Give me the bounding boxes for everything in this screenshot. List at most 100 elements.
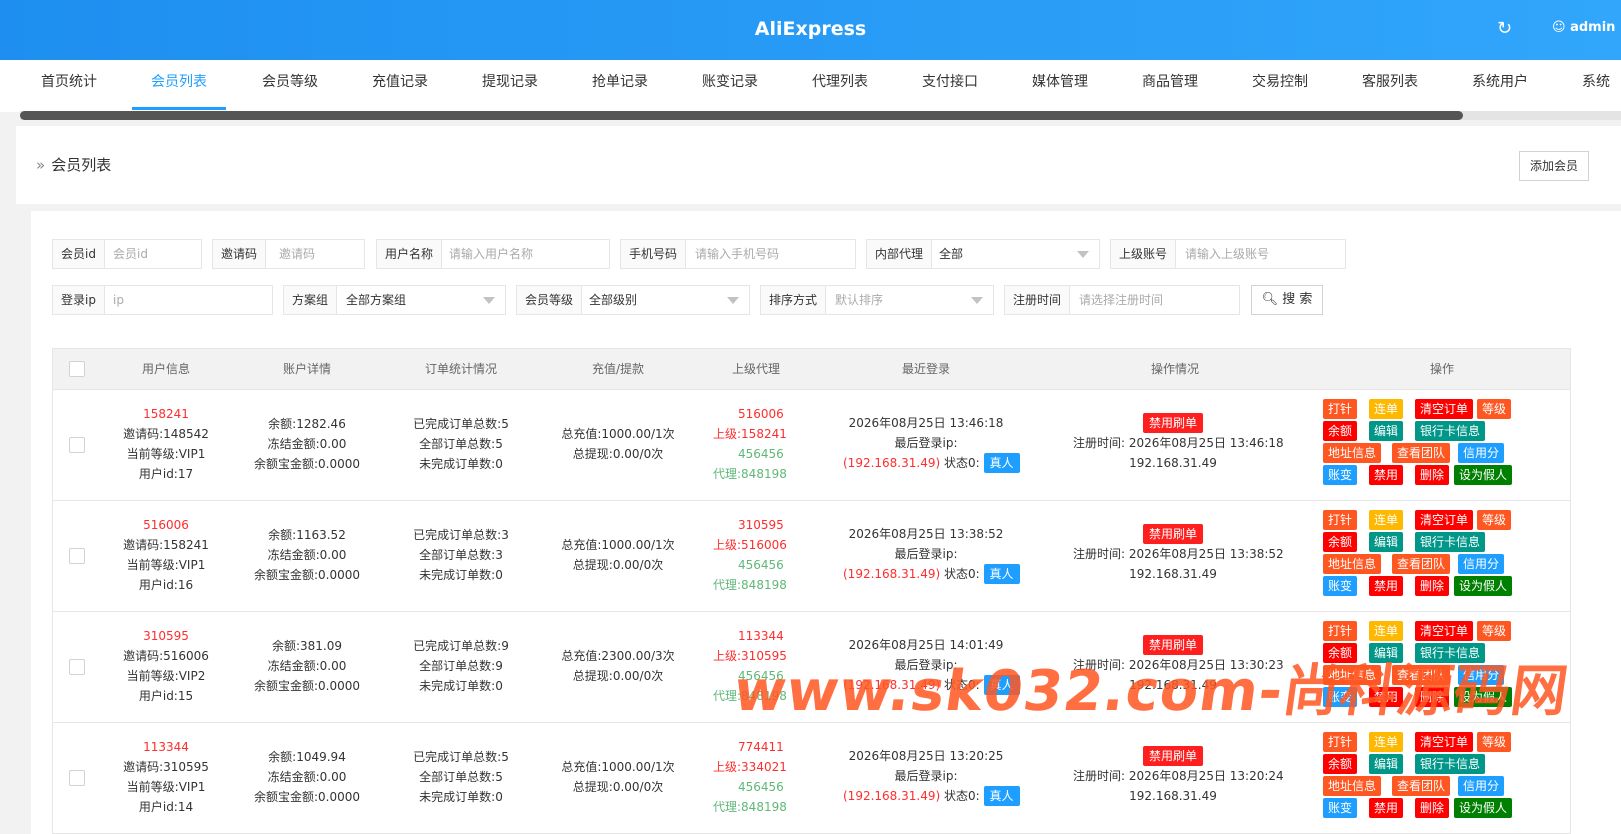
real-person-tag[interactable]: 真人 xyxy=(983,564,1020,584)
balance-button[interactable]: 余额 xyxy=(1323,754,1358,774)
add-member-button[interactable]: 添加会员 xyxy=(1519,151,1589,181)
admin-user-menu[interactable]: ☺ admin xyxy=(1552,20,1615,35)
nav-tabs: 首页统计 会员列表 会员等级 充值记录 提现记录 抢单记录 账变记录 代理列表 … xyxy=(0,60,1621,112)
filter-login-ip: 登录ip ip xyxy=(52,285,273,315)
delete-button[interactable]: 删除 xyxy=(1415,465,1450,485)
tab-payment[interactable]: 支付接口 xyxy=(922,60,978,110)
combo-button[interactable]: 连单 xyxy=(1369,732,1404,752)
tab-orders[interactable]: 抢单记录 xyxy=(592,60,648,110)
filter-username: 用户名称 请输入用户名称 xyxy=(376,239,610,269)
recharge-withdraw: 总充值:1000.00/1次 总提现:0.00/0次 xyxy=(561,760,675,794)
credit-button[interactable]: 信用分 xyxy=(1458,776,1505,796)
edit-button[interactable]: 编辑 xyxy=(1369,754,1404,774)
last-login: 2026年08月25日 13:46:18 最后登录ip: (192.168.31… xyxy=(843,413,1020,473)
tab-media[interactable]: 媒体管理 xyxy=(1032,60,1088,110)
clear-orders-button[interactable]: 清空订单 xyxy=(1415,510,1474,530)
select-all-checkbox[interactable] xyxy=(69,361,85,377)
parent-agent: 310595 上级:516006 456456 代理:848198 xyxy=(713,518,787,592)
agent-select[interactable]: 全部 xyxy=(939,240,963,268)
refresh-icon[interactable]: ↻ xyxy=(1497,18,1512,39)
clear-orders-button[interactable]: 清空订单 xyxy=(1415,621,1474,641)
ban-brush-tag[interactable]: 禁用刷单 xyxy=(1142,524,1203,544)
delete-button[interactable]: 删除 xyxy=(1415,798,1450,818)
inject-button[interactable]: 打针 xyxy=(1323,732,1358,752)
order-stats: 已完成订单总数:5 全部订单总数:5 未完成订单数:0 xyxy=(413,417,509,471)
address-button[interactable]: 地址信息 xyxy=(1323,554,1382,574)
member-id-input[interactable]: 会员id xyxy=(113,240,148,268)
tab-home-stats[interactable]: 首页统计 xyxy=(41,60,97,110)
tab-system-users[interactable]: 系统用户 xyxy=(1472,60,1528,110)
level-button[interactable]: 等级 xyxy=(1477,621,1512,641)
combo-button[interactable]: 连单 xyxy=(1369,621,1404,641)
edit-button[interactable]: 编辑 xyxy=(1369,421,1404,441)
address-button[interactable]: 地址信息 xyxy=(1323,776,1382,796)
inject-button[interactable]: 打针 xyxy=(1323,399,1358,419)
tab-trade-control[interactable]: 交易控制 xyxy=(1252,60,1308,110)
set-fake-button[interactable]: 设为假人 xyxy=(1454,576,1513,596)
tab-system[interactable]: 系统 xyxy=(1582,60,1610,110)
delete-button[interactable]: 删除 xyxy=(1415,576,1450,596)
inject-button[interactable]: 打针 xyxy=(1323,510,1358,530)
real-person-tag[interactable]: 真人 xyxy=(983,453,1020,473)
view-team-button[interactable]: 查看团队 xyxy=(1392,776,1451,796)
balance-button[interactable]: 余额 xyxy=(1323,421,1358,441)
tab-products[interactable]: 商品管理 xyxy=(1142,60,1198,110)
account-change-button[interactable]: 账变 xyxy=(1323,576,1358,596)
level-button[interactable]: 等级 xyxy=(1477,399,1512,419)
horizontal-scrollbar[interactable] xyxy=(20,111,1463,120)
tab-agents[interactable]: 代理列表 xyxy=(812,60,868,110)
view-team-button[interactable]: 查看团队 xyxy=(1392,554,1451,574)
ip-input[interactable]: ip xyxy=(113,286,124,314)
disable-button[interactable]: 禁用 xyxy=(1369,465,1404,485)
address-button[interactable]: 地址信息 xyxy=(1323,443,1382,463)
level-button[interactable]: 等级 xyxy=(1477,510,1512,530)
plan-select[interactable]: 全部方案组 xyxy=(346,286,406,314)
credit-button[interactable]: 信用分 xyxy=(1458,554,1505,574)
account-change-button[interactable]: 账变 xyxy=(1323,465,1358,485)
bank-card-button[interactable]: 银行卡信息 xyxy=(1415,532,1486,552)
credit-button[interactable]: 信用分 xyxy=(1458,443,1505,463)
tab-withdraw[interactable]: 提现记录 xyxy=(482,60,538,110)
clear-orders-button[interactable]: 清空订单 xyxy=(1415,399,1474,419)
row-checkbox[interactable] xyxy=(69,437,85,453)
bank-card-button[interactable]: 银行卡信息 xyxy=(1415,754,1486,774)
set-fake-button[interactable]: 设为假人 xyxy=(1454,465,1513,485)
row-checkbox[interactable] xyxy=(69,548,85,564)
phone-input[interactable]: 请输入手机号码 xyxy=(695,240,779,268)
combo-button[interactable]: 连单 xyxy=(1369,399,1404,419)
username-input[interactable]: 请输入用户名称 xyxy=(449,240,533,268)
level-button[interactable]: 等级 xyxy=(1477,732,1512,752)
sort-select[interactable]: 默认排序 xyxy=(835,286,883,314)
tab-account-changes[interactable]: 账变记录 xyxy=(702,60,758,110)
ban-brush-tag[interactable]: 禁用刷单 xyxy=(1142,746,1203,766)
tab-service[interactable]: 客服列表 xyxy=(1362,60,1418,110)
level-select[interactable]: 全部级别 xyxy=(589,286,637,314)
disable-button[interactable]: 禁用 xyxy=(1369,798,1404,818)
real-person-tag[interactable]: 真人 xyxy=(983,786,1020,806)
reg-time-input[interactable]: 请选择注册时间 xyxy=(1079,286,1163,314)
order-stats: 已完成订单总数:5 全部订单总数:5 未完成订单数:0 xyxy=(413,750,509,804)
col-orders: 订单统计情况 xyxy=(424,362,498,376)
invite-input[interactable]: 邀请码 xyxy=(279,240,315,268)
inject-button[interactable]: 打针 xyxy=(1323,621,1358,641)
edit-button[interactable]: 编辑 xyxy=(1369,532,1404,552)
clear-orders-button[interactable]: 清空订单 xyxy=(1415,732,1474,752)
search-button[interactable]: 🔍︎ 搜 索 xyxy=(1251,285,1323,315)
tab-member-list[interactable]: 会员列表 xyxy=(132,60,226,110)
bank-card-button[interactable]: 银行卡信息 xyxy=(1415,421,1486,441)
parent-account-input[interactable]: 请输入上级账号 xyxy=(1185,240,1269,268)
table-row: 516006 邀请码:158241 当前等级:VIP1 用户id:16 余额:1… xyxy=(53,500,1570,612)
user-info: 310595 邀请码:516006 当前等级:VIP2 用户id:15 xyxy=(113,626,219,706)
set-fake-button[interactable]: 设为假人 xyxy=(1454,798,1513,818)
tab-recharge[interactable]: 充值记录 xyxy=(372,60,428,110)
row-checkbox[interactable] xyxy=(69,770,85,786)
disable-button[interactable]: 禁用 xyxy=(1369,576,1404,596)
ban-brush-tag[interactable]: 禁用刷单 xyxy=(1142,413,1203,433)
view-team-button[interactable]: 查看团队 xyxy=(1392,443,1451,463)
balance-button[interactable]: 余额 xyxy=(1323,532,1358,552)
account-change-button[interactable]: 账变 xyxy=(1323,798,1358,818)
combo-button[interactable]: 连单 xyxy=(1369,510,1404,530)
tab-member-level[interactable]: 会员等级 xyxy=(262,60,318,110)
order-stats: 已完成订单总数:9 全部订单总数:9 未完成订单数:0 xyxy=(413,639,509,693)
row-checkbox[interactable] xyxy=(69,659,85,675)
